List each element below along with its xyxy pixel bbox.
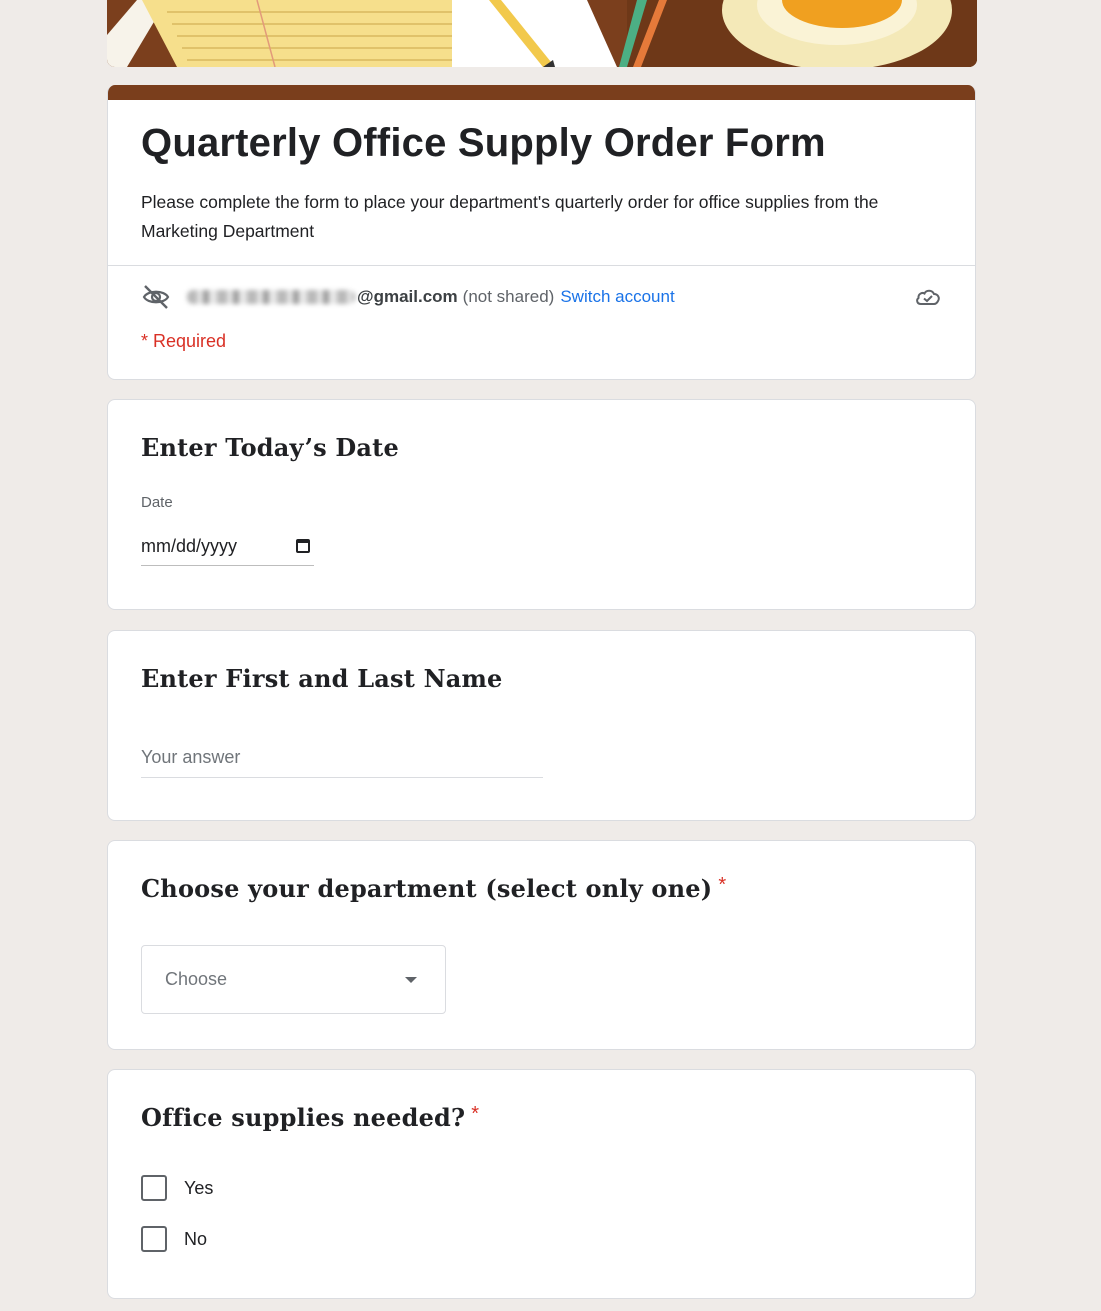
form-page: Quarterly Office Supply Order Form Pleas…: [0, 0, 1101, 1311]
question-card-date: Enter Today’s Date Date mm/dd/yyyy: [107, 399, 976, 610]
cloud-check-icon: [914, 285, 942, 309]
question-title: Enter First and Last Name: [141, 664, 503, 693]
not-shared-label: (not shared): [462, 287, 555, 306]
question-title: Enter Today’s Date: [141, 433, 399, 462]
required-asterisk: *: [471, 1103, 480, 1125]
question-title: Choose your department (select only one)…: [141, 874, 726, 903]
checkbox-option-no[interactable]: No: [141, 1226, 207, 1252]
arrow-drop-down-icon: [405, 977, 417, 983]
option-label: Yes: [184, 1177, 214, 1198]
redacted-account-name: [187, 290, 355, 304]
required-note: * Required: [141, 331, 227, 351]
account-row: @gmail.com (not shared) Switch account: [141, 283, 942, 311]
dropdown-value: Choose: [165, 969, 228, 989]
date-placeholder: mm/dd/yyyy: [141, 535, 238, 556]
name-input[interactable]: Your answer: [141, 746, 543, 778]
divider: [108, 265, 975, 266]
required-asterisk: *: [718, 874, 727, 896]
accent-strip: [108, 85, 975, 100]
option-label: No: [184, 1228, 208, 1249]
question-card-supplies: Office supplies needed? * Yes No: [107, 1069, 976, 1299]
checkbox[interactable]: [141, 1226, 167, 1252]
question-title: Office supplies needed? *: [141, 1103, 479, 1132]
question-title-text: Office supplies needed?: [141, 1103, 466, 1132]
eye-off-icon: [141, 283, 171, 311]
question-card-department: Choose your department (select only one)…: [107, 840, 976, 1050]
switch-account-link[interactable]: Switch account: [560, 287, 674, 307]
form-header-card: Quarterly Office Supply Order Form Pleas…: [107, 85, 976, 380]
date-input[interactable]: mm/dd/yyyy: [141, 531, 314, 566]
question-title-text: Choose your department (select only one): [141, 874, 713, 903]
department-dropdown[interactable]: Choose: [141, 945, 446, 1014]
checkbox-option-yes[interactable]: Yes: [141, 1175, 213, 1201]
calendar-icon[interactable]: [296, 539, 310, 553]
checkbox[interactable]: [141, 1175, 167, 1201]
form-title: Quarterly Office Supply Order Form: [141, 121, 826, 165]
account-email: @gmail.com: [357, 287, 458, 306]
date-label: Date: [141, 494, 173, 511]
header-banner-image: [107, 0, 977, 67]
question-card-name: Enter First and Last Name Your answer: [107, 630, 976, 821]
form-description: Please complete the form to place your d…: [141, 192, 879, 241]
desk-illustration: [107, 0, 977, 67]
